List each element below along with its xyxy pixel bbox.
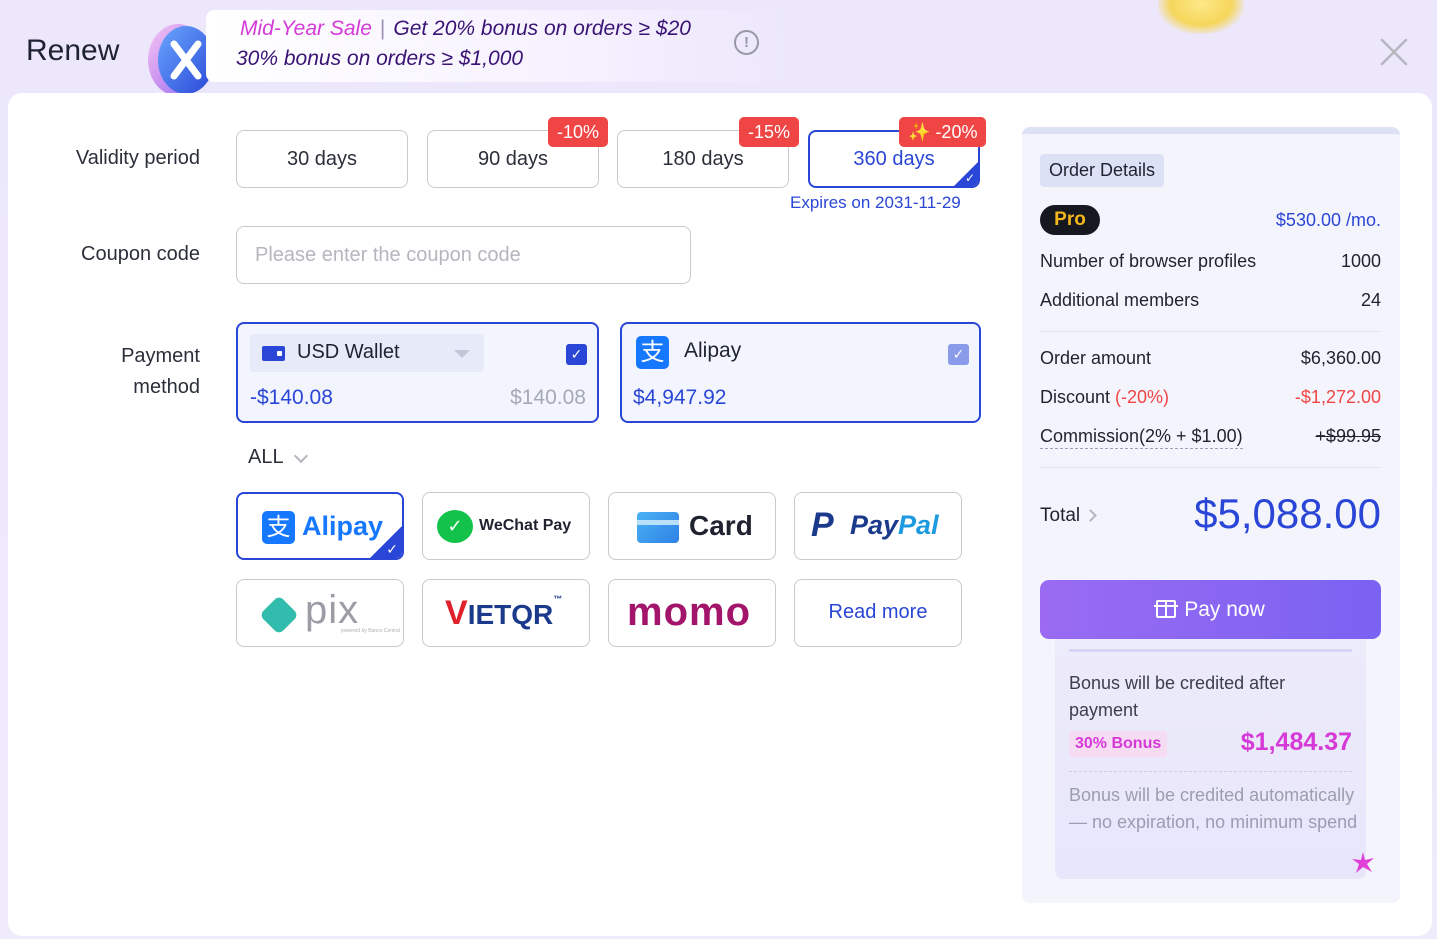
discount-label: Discount (-20%) (1040, 387, 1170, 407)
momo-logo: momo (627, 590, 751, 634)
profiles-value: 1000 (1340, 251, 1381, 271)
alipay-amount: $4,947.92 (633, 386, 727, 409)
info-icon[interactable]: ! (734, 30, 759, 55)
order-amount-value: $6,360.00 (1300, 348, 1381, 368)
alipay-icon: 支 (262, 511, 295, 544)
price-per-month: $530.00 /mo. (1275, 210, 1381, 230)
payment-label-line-2: method (133, 376, 200, 398)
bonus-top-line (1069, 649, 1352, 652)
page-title: Renew (26, 34, 120, 67)
usd-wallet-card[interactable]: USD Wallet ✓ -$140.08 $140.08 (236, 322, 599, 423)
profiles-label: Number of browser profiles (1040, 251, 1257, 271)
bonus-divider (1069, 771, 1352, 772)
card-text: Card (689, 510, 753, 541)
read-more-button[interactable]: Read more (794, 579, 962, 647)
method-vietqr[interactable]: VIETQR™ (422, 579, 590, 647)
promo-sale-label: Mid-Year Sale (240, 17, 372, 40)
bonus-text: Bonus will be credited after payment (1069, 673, 1286, 720)
order-amount-label: Order amount (1040, 348, 1152, 368)
promo-line-1: Mid-Year Sale | Get 20% bonus on orders ≥ … (240, 17, 691, 41)
paypal-text: PayPal (850, 510, 939, 540)
discount-percent: (-20%) (1115, 387, 1170, 407)
coupon-input[interactable] (236, 226, 691, 284)
period-30-days-button[interactable]: 30 days (236, 130, 408, 188)
members-label: Additional members (1040, 290, 1200, 310)
divider (1040, 467, 1381, 468)
method-pix[interactable]: pix powered by Banco Central (236, 579, 404, 647)
promo-line-2: 30% bonus on orders ≥ $1,000 (236, 47, 524, 70)
commission-label[interactable]: Commission(2% + $1.00) (1040, 426, 1243, 449)
wallet-amount-used: -$140.08 (250, 386, 333, 409)
payment-method-label: Payment method (40, 341, 200, 403)
method-paypal[interactable]: P PayPal (794, 492, 962, 560)
sparkle-badge-icon: ✨ (908, 122, 931, 142)
chevron-down-icon (454, 350, 470, 358)
wallet-balance: $140.08 (510, 386, 586, 409)
sparkle-icon (1352, 852, 1374, 873)
validity-period-label: Validity period (75, 147, 200, 169)
alipay-card[interactable]: 支 Alipay ✓ $4,947.92 (620, 322, 981, 423)
all-filter-dropdown[interactable]: ALL (248, 446, 284, 469)
period-360-label: 360 days (853, 148, 935, 170)
promo-bonus-20: Get 20% bonus on orders ≥ $20 (393, 17, 691, 40)
payment-label-line-1: Payment (121, 345, 200, 367)
pix-subtext: powered by Banco Central (341, 628, 400, 634)
order-details-title: Order Details (1040, 154, 1165, 187)
commission-value: +$99.95 (1315, 426, 1381, 446)
discount-value: -$1,272.00 (1294, 387, 1381, 407)
method-wechat-pay[interactable]: ✓ WeChat Pay (422, 492, 590, 560)
alipay-icon: 支 (636, 336, 669, 369)
divider (1040, 331, 1381, 332)
members-value: 24 (1360, 290, 1381, 310)
pay-now-button[interactable]: Pay now (1040, 580, 1381, 639)
wallet-icon (262, 346, 285, 361)
vietqr-logo: VIETQR™ (445, 594, 563, 632)
wallet-checkbox[interactable]: ✓ (566, 344, 587, 365)
discount-360-value: -20% (935, 122, 978, 142)
bonus-pill: 30% Bonus (1069, 731, 1168, 757)
total-label[interactable]: Total (1040, 505, 1080, 527)
discount-badge-90: -10% (548, 117, 609, 147)
check-icon: ✓ (386, 541, 398, 557)
coupon-code-label: Coupon code (81, 243, 200, 265)
gift-icon (1154, 600, 1179, 618)
wechat-text: WeChat Pay (479, 517, 572, 534)
wallet-select[interactable]: USD Wallet (250, 334, 484, 372)
close-icon[interactable] (1378, 36, 1410, 68)
discount-badge-180: -15% (739, 117, 800, 147)
pix-text: pix (305, 588, 360, 632)
plan-badge: Pro (1040, 205, 1100, 235)
check-icon: ✓ (964, 171, 975, 185)
wallet-label: USD Wallet (297, 341, 400, 363)
alipay-checkbox[interactable]: ✓ (948, 344, 969, 365)
decorative-ball (1158, 0, 1244, 34)
promo-separator: | (379, 17, 386, 40)
method-card[interactable]: Card (608, 492, 776, 560)
wechat-icon: ✓ (437, 510, 473, 543)
paypal-icon: P (811, 506, 834, 544)
alipay-label: Alipay (684, 339, 742, 362)
bonus-note: Bonus will be credited automatically — n… (1069, 785, 1358, 832)
pix-icon (259, 595, 299, 635)
discount-badge-360: ✨ -20% (899, 117, 987, 147)
expires-text: Expires on 2031-11-29 (790, 193, 961, 212)
card-icon (637, 512, 679, 543)
total-value: $5,088.00 (1194, 490, 1381, 537)
bonus-amount: $1,484.37 (1240, 728, 1352, 756)
method-momo[interactable]: momo (608, 579, 776, 647)
method-alipay[interactable]: 支 Alipay ✓ (236, 492, 404, 560)
